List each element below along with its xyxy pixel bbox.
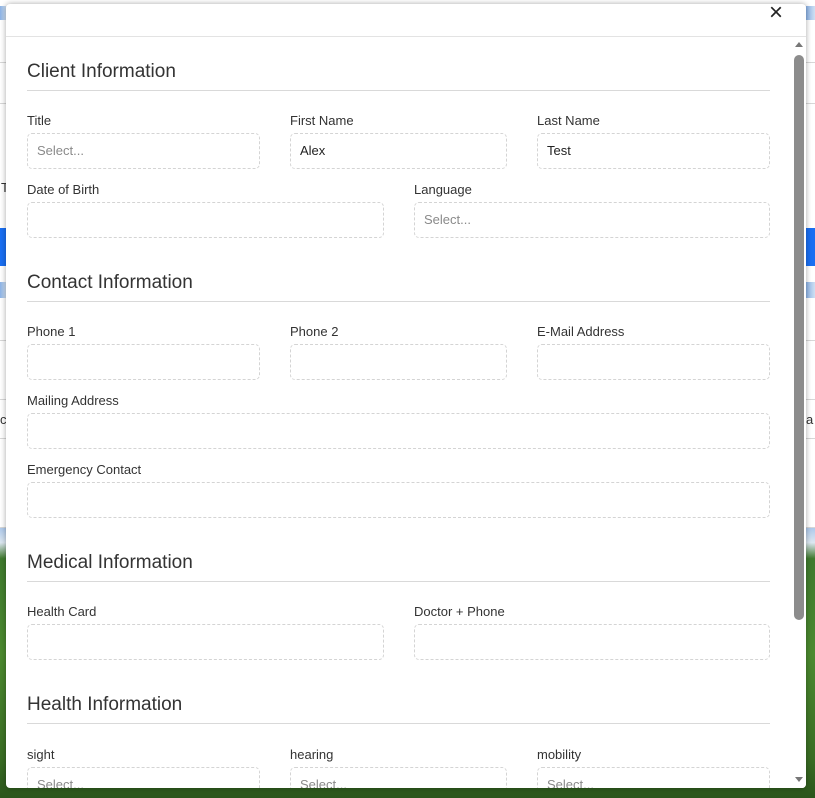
mobility-label: mobility [537, 747, 582, 762]
scroll-up-arrow-icon[interactable] [795, 42, 803, 47]
background-sky-strip [806, 6, 815, 20]
dob-field[interactable] [27, 202, 384, 238]
dob-label: Date of Birth [27, 182, 100, 197]
health-card-field[interactable] [27, 624, 384, 660]
background-sky-strip [806, 282, 815, 298]
title-select[interactable]: Select... [27, 133, 260, 169]
mailing-address-label: Mailing Address [27, 393, 119, 408]
last-name-field[interactable]: Test [537, 133, 770, 169]
hearing-label: hearing [290, 747, 334, 762]
phone2-field[interactable] [290, 344, 507, 380]
language-label: Language [414, 182, 472, 197]
background-button[interactable] [806, 228, 815, 266]
section-title-health: Health Information [27, 694, 770, 724]
background-row [806, 340, 815, 400]
scroll-down-arrow-icon[interactable] [795, 777, 803, 782]
phone1-field[interactable] [27, 344, 260, 380]
first-name-field[interactable]: Alex [290, 133, 507, 169]
hearing-select[interactable]: Select... [290, 767, 507, 788]
section-title-medical: Medical Information [27, 552, 770, 582]
background-text: a [806, 412, 814, 427]
phone2-label: Phone 2 [290, 324, 339, 339]
background-row [806, 62, 815, 104]
email-field[interactable] [537, 344, 770, 380]
last-name-label: Last Name [537, 113, 600, 128]
background-row [806, 438, 815, 528]
title-label: Title [27, 113, 52, 128]
email-label: E-Mail Address [537, 324, 625, 339]
language-select[interactable]: Select... [414, 202, 770, 238]
sight-select[interactable]: Select... [27, 767, 260, 788]
doctor-phone-field[interactable] [414, 624, 770, 660]
first-name-label: First Name [290, 113, 354, 128]
modal-scrollbar[interactable] [792, 37, 806, 788]
client-info-modal: × Client Information Title Select... Fir… [6, 4, 806, 788]
phone1-label: Phone 1 [27, 324, 76, 339]
emergency-contact-field[interactable] [27, 482, 770, 518]
doctor-phone-label: Doctor + Phone [414, 604, 505, 619]
modal-body: Client Information Title Select... First… [6, 37, 792, 788]
modal-header: × [6, 4, 806, 37]
emergency-contact-label: Emergency Contact [27, 462, 142, 477]
mobility-select[interactable]: Select... [537, 767, 770, 788]
close-icon[interactable]: × [764, 4, 788, 26]
sight-label: sight [27, 747, 55, 762]
mailing-address-field[interactable] [27, 413, 770, 449]
scroll-thumb[interactable] [794, 55, 804, 620]
health-card-label: Health Card [27, 604, 97, 619]
section-title-contact: Contact Information [27, 272, 770, 302]
section-title-client: Client Information [27, 61, 770, 91]
